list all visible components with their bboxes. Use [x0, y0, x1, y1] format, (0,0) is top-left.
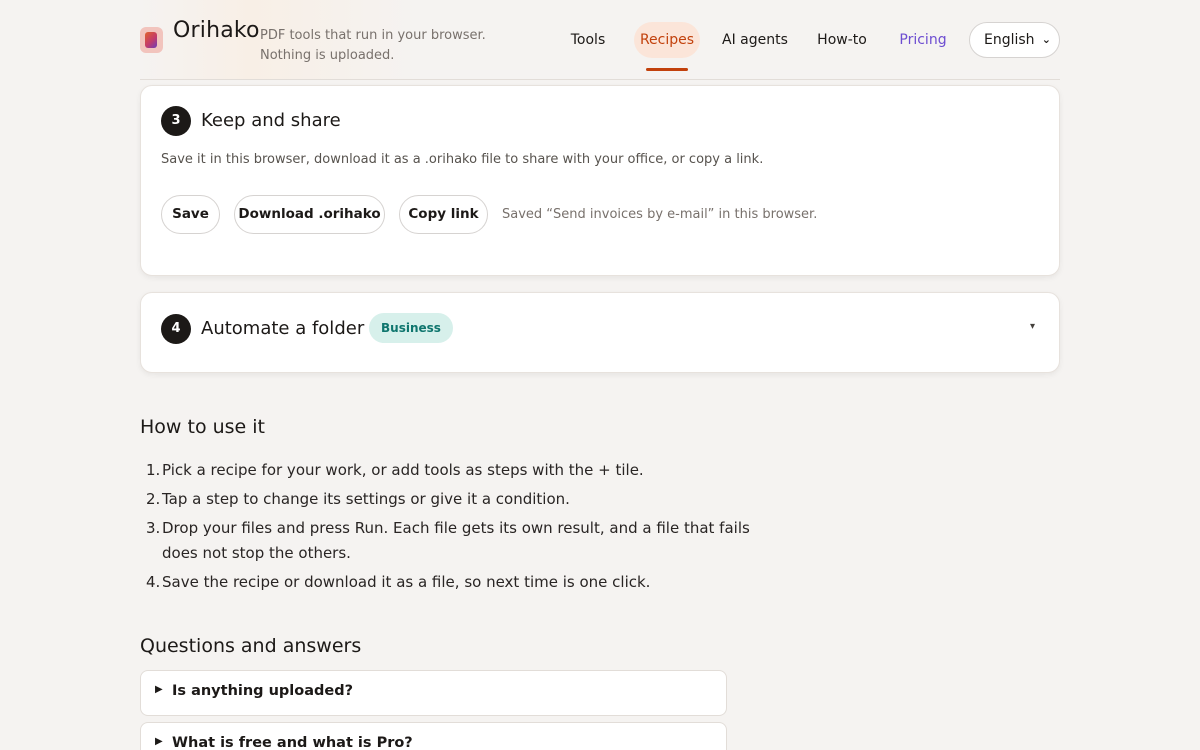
save-status-text: Saved “Send invoices by e-mail” in this … [502, 207, 818, 222]
disclosure-triangle-icon: ▶ [155, 736, 163, 747]
faq-question: What is free and what is Pro? [172, 735, 413, 750]
step-description: Save it in this browser, download it as … [161, 152, 764, 167]
business-badge: Business [369, 313, 453, 343]
howto-list: 1. Pick a recipe for your work, or add to… [140, 458, 750, 599]
nav-pricing[interactable]: Pricing [897, 22, 949, 58]
site-header: Orihako PDF tools that run in your brows… [140, 0, 1060, 80]
language-value: English [984, 32, 1035, 48]
disclosure-triangle-icon: ▶ [155, 684, 163, 695]
step-title: Automate a folder [201, 318, 365, 339]
step-title: Keep and share [201, 110, 341, 131]
chevron-down-icon: ⌄ [1041, 33, 1051, 46]
caret-down-icon[interactable]: ▾ [1030, 321, 1035, 332]
brand-tagline: PDF tools that run in your browser. Noth… [260, 28, 486, 63]
faq-question: Is anything uploaded? [172, 683, 354, 699]
copy-link-button[interactable]: Copy link [399, 195, 488, 234]
step-number-badge: 3 [161, 106, 191, 136]
brand-name[interactable]: Orihako [173, 18, 260, 43]
nav-ai-agents[interactable]: AI agents [722, 22, 788, 58]
step-number-badge: 4 [161, 314, 191, 344]
faq-item[interactable]: ▶ Is anything uploaded? [140, 670, 727, 716]
nav-tools[interactable]: Tools [563, 22, 613, 58]
howto-heading: How to use it [140, 416, 266, 438]
nav-recipes[interactable]: Recipes [634, 22, 700, 71]
list-item: 3. Drop your files and press Run. Each fi… [146, 519, 750, 562]
save-button[interactable]: Save [161, 195, 220, 234]
language-select[interactable]: English ⌄ [969, 22, 1060, 58]
list-item: 1. Pick a recipe for your work, or add to… [146, 461, 644, 479]
orihako-logo-icon[interactable] [140, 27, 163, 53]
step-automate-folder-card[interactable]: 4 Automate a folder Business ▾ [140, 292, 1060, 373]
download-orihako-button[interactable]: Download .orihako [234, 195, 385, 234]
faq-item[interactable]: ▶ What is free and what is Pro? [140, 722, 727, 750]
list-item: 2. Tap a step to change its settings or g… [146, 490, 570, 508]
list-item: 4. Save the recipe or download it as a fi… [146, 573, 651, 591]
faq-heading: Questions and answers [140, 635, 362, 657]
step-keep-and-share-card: 3 Keep and share Save it in this browser… [140, 85, 1060, 276]
nav-how-to[interactable]: How-to [814, 22, 870, 58]
